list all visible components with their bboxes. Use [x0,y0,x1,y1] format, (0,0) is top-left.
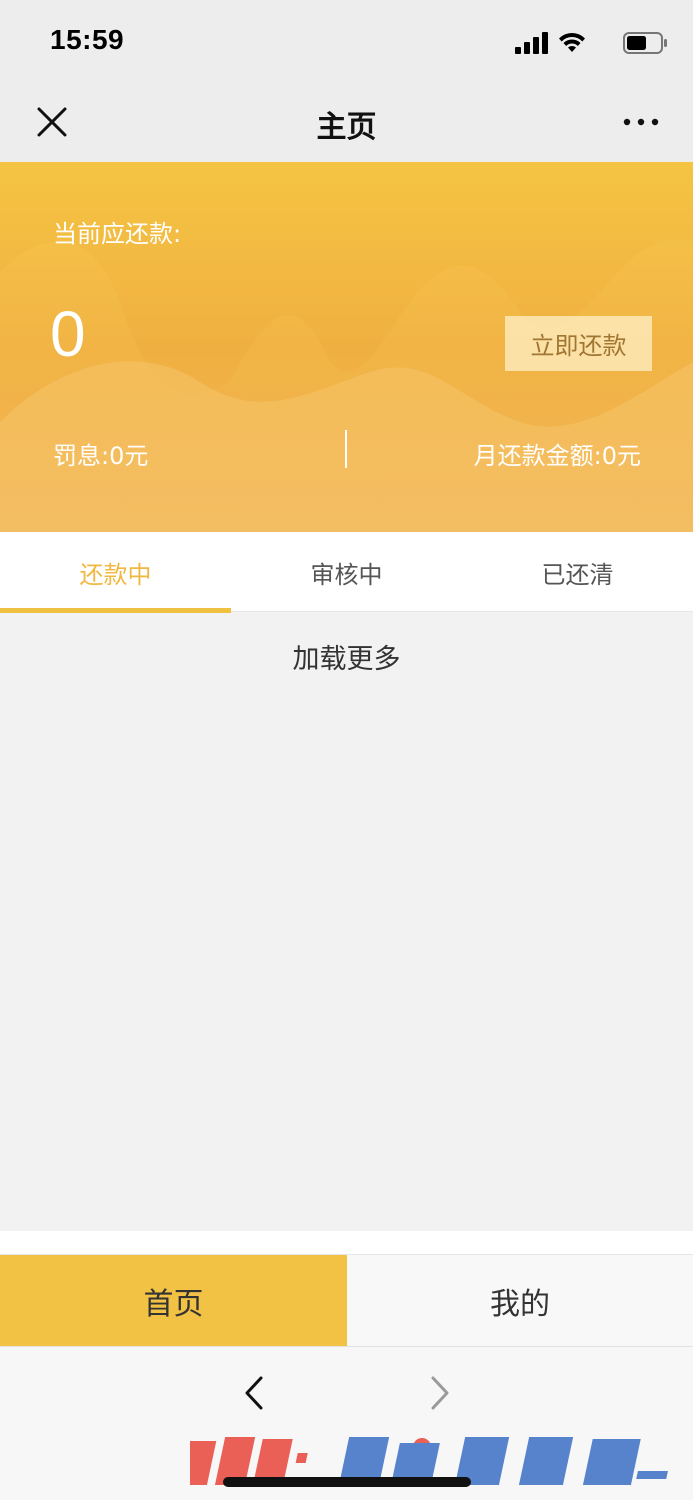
bottom-tab-mine[interactable]: 我的 [347,1255,693,1347]
current-due-label: 当前应还款: [53,220,182,248]
repay-now-button[interactable]: 立即还款 [505,316,652,371]
status-tabs: 还款中 审核中 已还清 [0,532,693,613]
tab-label: 还款中 [79,560,152,589]
list-footer-spacer [0,1231,693,1254]
penalty-interest: 罚息:0元 [53,442,149,470]
status-time: 15:59 [50,24,125,55]
home-indicator[interactable] [223,1477,471,1487]
signal-icon [515,32,548,54]
repayment-summary-card: 当前应还款: 0 立即还款 罚息:0元 月还款金额:0元 [0,162,693,532]
more-icon [623,118,659,126]
page-title: 主页 [316,110,377,145]
status-icons [507,30,667,56]
hero-divider [345,430,347,468]
tab-label: 已还清 [541,560,614,589]
bottom-tab-label: 首页 [143,1287,204,1322]
tab-label: 审核中 [310,560,383,589]
loan-list: 加载更多 [0,613,693,1231]
load-more-button[interactable]: 加载更多 [0,637,693,676]
more-button[interactable] [619,100,663,144]
nav-bar: 主页 [0,82,693,162]
chevron-right-icon [431,1376,449,1410]
battery-icon [623,32,667,54]
current-due-amount: 0 [50,298,86,370]
tab-paid-off[interactable]: 已还清 [462,532,693,612]
forward-button[interactable] [418,1371,462,1415]
back-button[interactable] [232,1371,276,1415]
bottom-tab-bar: 首页 我的 [0,1254,693,1347]
chevron-left-icon [245,1376,263,1410]
bottom-tab-home[interactable]: 首页 [0,1255,347,1347]
tab-under-review[interactable]: 审核中 [231,532,462,612]
wifi-icon [559,32,585,52]
tab-repaying[interactable]: 还款中 [0,532,231,613]
status-bar: 15:59 [0,0,693,82]
browser-toolbar [0,1346,693,1500]
bottom-tab-label: 我的 [490,1287,550,1322]
monthly-repayment: 月还款金额:0元 [473,442,641,470]
